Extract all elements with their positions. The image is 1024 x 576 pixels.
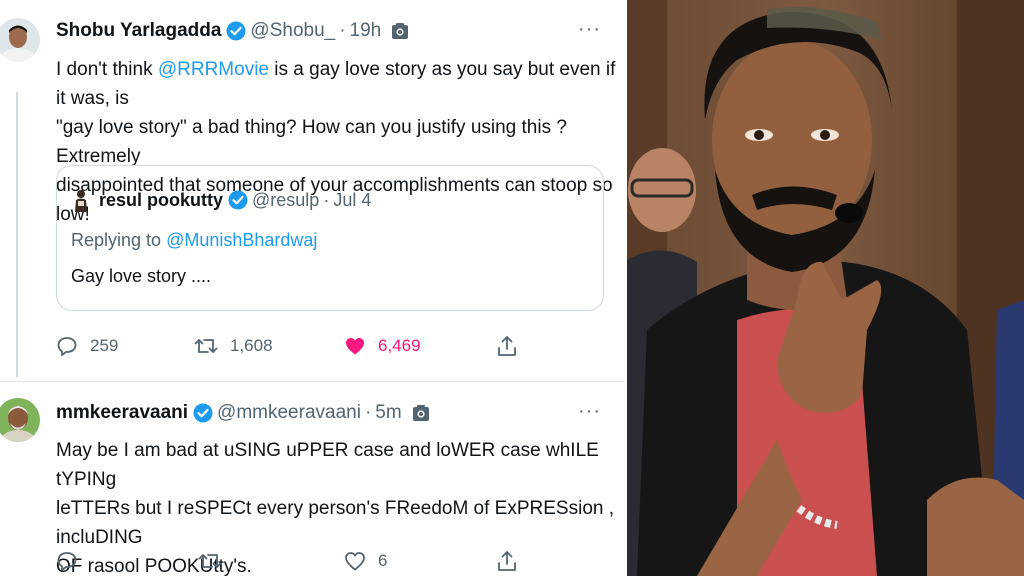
- more-horizontal-icon[interactable]: ···: [578, 400, 601, 423]
- verified-badge-icon: [226, 21, 246, 41]
- like-count: 6: [378, 551, 388, 570]
- tweet1-timestamp[interactable]: 19h: [350, 20, 382, 42]
- verified-badge-icon: [193, 403, 213, 423]
- tweet-separator: [0, 381, 624, 382]
- tweet2-dot: ·: [364, 402, 372, 423]
- speaker-photo: [627, 0, 1024, 576]
- replying-to-mention-link[interactable]: @MunishBhardwaj: [166, 230, 317, 250]
- tweet1-mention-link[interactable]: @RRRMovie: [158, 59, 269, 80]
- avatar-resul[interactable]: [71, 188, 91, 212]
- reply-button[interactable]: 259: [56, 335, 118, 357]
- quote-author-name[interactable]: resul pookutty: [99, 190, 223, 211]
- retweet-count: 1,608: [230, 336, 273, 355]
- thread-connector-line: [16, 92, 18, 377]
- tweet1-author-handle[interactable]: @Shobu_: [250, 20, 335, 42]
- share-icon: [498, 336, 516, 356]
- quote-author-handle[interactable]: @resulp: [252, 190, 319, 211]
- verified-badge-icon: [228, 190, 248, 210]
- tweet2-author-handle[interactable]: @mmkeeravaani: [217, 402, 361, 424]
- quote-text: Gay love story ....: [71, 266, 212, 286]
- share-icon: [498, 551, 516, 571]
- avatar-shobu[interactable]: [0, 18, 40, 62]
- like-count: 6,469: [378, 336, 421, 355]
- replying-prefix: Replying to: [71, 230, 167, 250]
- speaker-photo-illustration: [627, 0, 1024, 576]
- tweet2-text: May be I am bad at uSING uPPER case and …: [56, 436, 621, 576]
- retweet-button[interactable]: 1,608: [194, 335, 273, 357]
- tweet1-author-name[interactable]: Shobu Yarlagadda: [56, 20, 221, 42]
- share-button[interactable]: [496, 549, 530, 573]
- camera-icon: [412, 404, 430, 422]
- tweet2-line1: May be I am bad at uSING uPPER case and …: [56, 440, 599, 490]
- more-horizontal-icon[interactable]: ···: [578, 18, 601, 41]
- tweet2-timestamp[interactable]: 5m: [375, 402, 401, 424]
- tweet1-dot: ·: [339, 20, 346, 41]
- heart-icon: [346, 338, 364, 355]
- tweet1-text-a: I don't think: [56, 59, 158, 80]
- tweet2-author-name[interactable]: mmkeeravaani: [56, 402, 188, 424]
- reply-icon: [57, 552, 77, 571]
- quote-dot: ·: [323, 189, 330, 210]
- tweet-screenshot-panel: Shobu Yarlagadda @Shobu_ · 19h ··· I don…: [0, 0, 624, 576]
- tweet1-line2: "gay love story" a bad thing? How can yo…: [56, 117, 567, 167]
- tweet1-header: Shobu Yarlagadda @Shobu_ · 19h: [56, 20, 409, 42]
- quoted-tweet-card[interactable]: resul pookutty @resulp · Jul 4 Replying …: [56, 165, 604, 311]
- share-button[interactable]: [496, 334, 530, 358]
- retweet-icon: [194, 339, 218, 353]
- retweet-button[interactable]: [198, 550, 234, 572]
- tweet1-line1: I don't think @RRRMovie is a gay love st…: [56, 55, 616, 113]
- quote-header: resul pookutty @resulp · Jul 4: [71, 188, 371, 212]
- tweet2-line2: leTTERs but I reSPECt every person's FRe…: [56, 498, 615, 548]
- retweet-icon: [198, 554, 222, 568]
- like-button[interactable]: 6: [344, 550, 387, 572]
- like-button[interactable]: 6,469: [344, 335, 421, 357]
- tweet2-header: mmkeeravaani @mmkeeravaani · 5m: [56, 402, 430, 424]
- camera-icon: [391, 22, 409, 40]
- avatar-mmkeeravaani[interactable]: [0, 398, 40, 442]
- quote-replying-to: Replying to @MunishBhardwaj: [71, 230, 317, 251]
- reply-count: 259: [90, 336, 119, 355]
- quote-date[interactable]: Jul 4: [333, 190, 371, 211]
- tweet2-line3: OF rasool POOKUtty's.: [56, 556, 252, 576]
- heart-icon: [345, 552, 365, 571]
- reply-button[interactable]: [56, 550, 90, 572]
- reply-icon: [57, 337, 77, 356]
